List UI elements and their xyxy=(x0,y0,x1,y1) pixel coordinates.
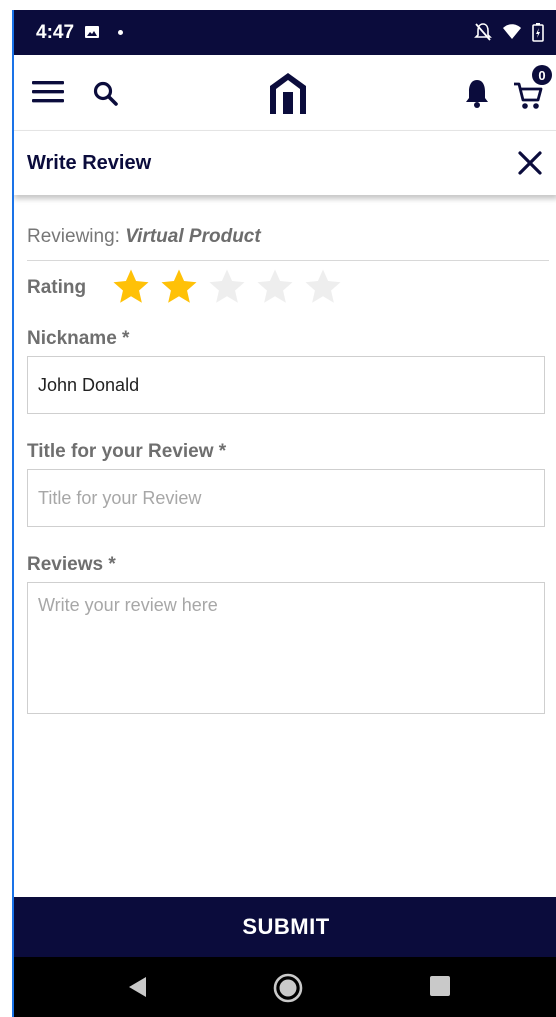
cart-count-badge: 0 xyxy=(532,65,552,85)
navigation-bar xyxy=(14,957,556,1017)
reviews-label: Reviews * xyxy=(27,554,116,575)
review-title-field[interactable] xyxy=(27,469,545,527)
page-title: Write Review xyxy=(27,152,152,174)
title-label: Title for your Review * xyxy=(27,441,227,462)
cart-icon[interactable] xyxy=(512,81,544,111)
nickname-field[interactable] xyxy=(27,356,545,414)
bell-icon[interactable] xyxy=(464,77,490,109)
app-frame: 4:47 0 Write Review Reviewing: Virtual P… xyxy=(12,10,556,1017)
menu-icon[interactable] xyxy=(32,79,64,105)
status-bar: 4:47 xyxy=(14,10,556,55)
back-icon[interactable] xyxy=(126,975,148,999)
nickname-label: Nickname * xyxy=(27,328,130,349)
dot-icon xyxy=(118,30,123,35)
star-icon-4[interactable] xyxy=(254,266,296,308)
product-name: Virtual Product xyxy=(125,226,261,247)
image-icon xyxy=(85,26,99,38)
logo-icon[interactable] xyxy=(267,70,309,116)
bell-off-icon xyxy=(474,23,492,41)
submit-button[interactable]: SUBMIT xyxy=(14,897,556,957)
star-rating xyxy=(110,266,344,308)
battery-icon xyxy=(532,23,544,42)
review-text-field[interactable] xyxy=(27,582,545,714)
close-icon[interactable] xyxy=(516,149,544,177)
rating-label: Rating xyxy=(27,277,87,298)
star-icon-2[interactable] xyxy=(158,266,200,308)
wifi-icon xyxy=(503,24,521,39)
status-icons xyxy=(474,22,544,42)
app-header: 0 xyxy=(14,55,556,131)
star-icon-1[interactable] xyxy=(110,266,152,308)
star-icon-3[interactable] xyxy=(206,266,248,308)
divider xyxy=(27,260,549,261)
write-review-header: Write Review xyxy=(14,131,556,195)
home-icon[interactable] xyxy=(272,972,304,1004)
reviewing-line: Reviewing: Virtual Product xyxy=(27,226,261,248)
reviewing-prefix: Reviewing: xyxy=(27,226,126,247)
search-icon[interactable] xyxy=(93,81,119,107)
status-time: 4:47 xyxy=(36,22,75,43)
star-icon-5[interactable] xyxy=(302,266,344,308)
recents-icon[interactable] xyxy=(429,975,451,997)
